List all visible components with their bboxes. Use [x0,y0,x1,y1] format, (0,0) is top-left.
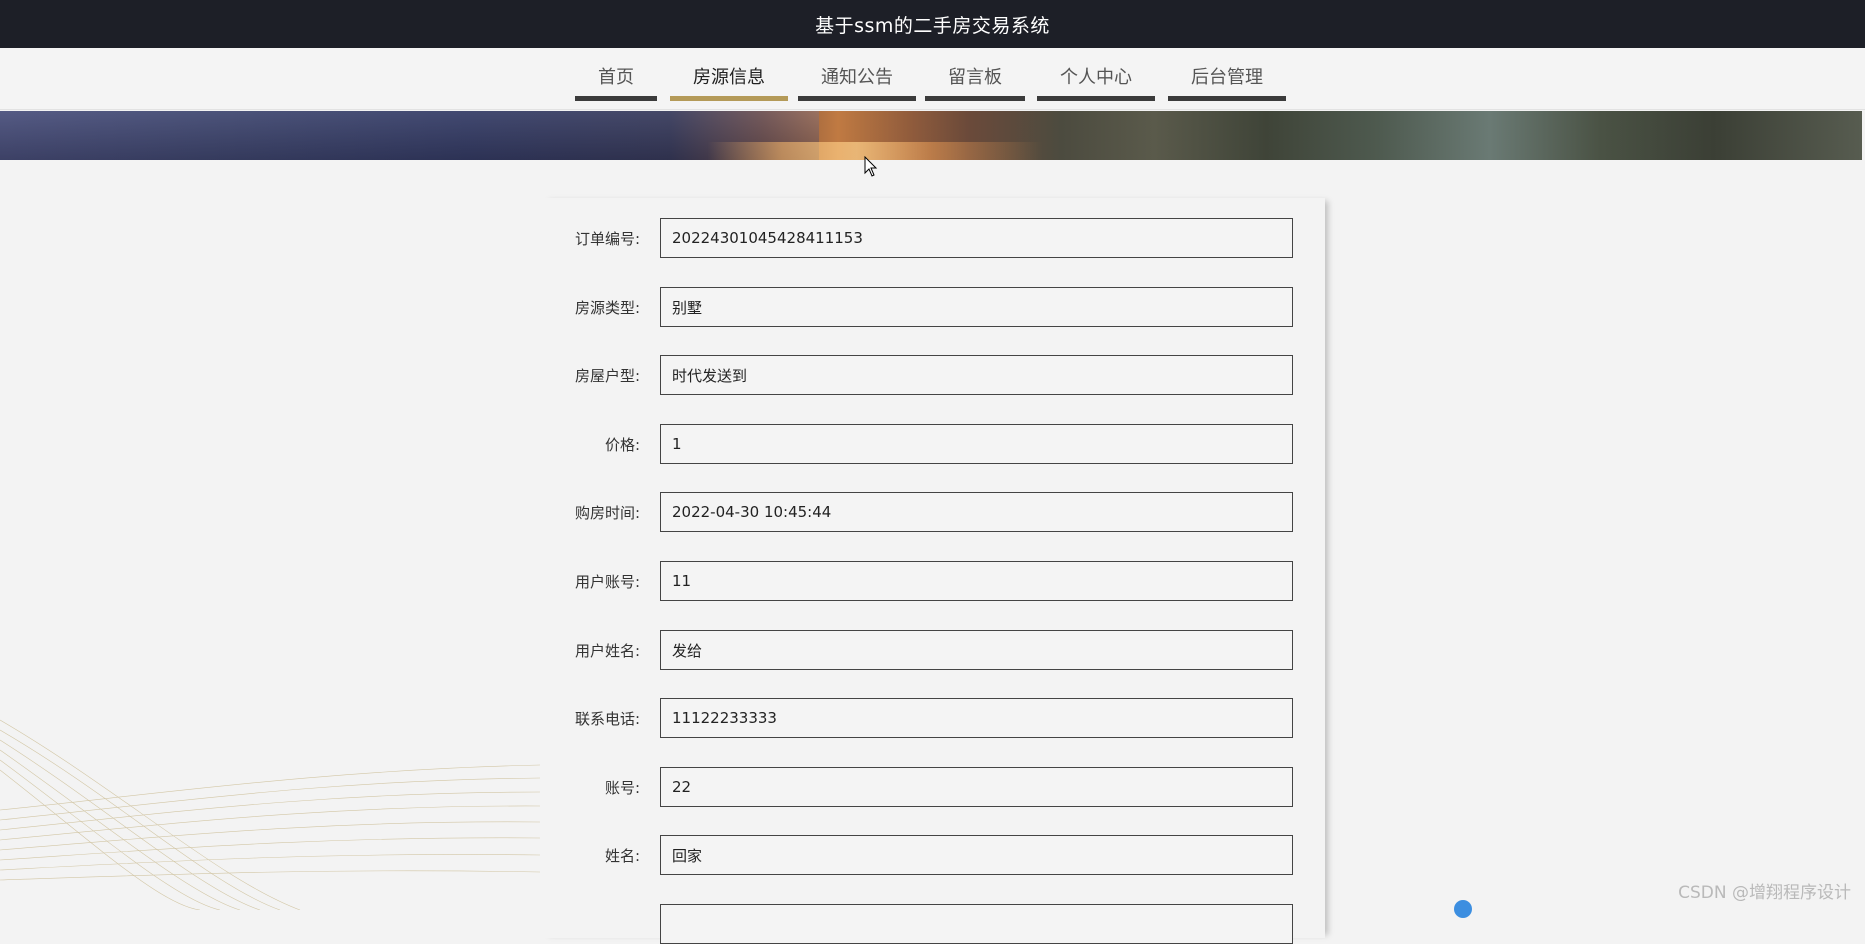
form-row-phone: 联系电话: 11122233333 [540,698,1325,738]
decorative-wave-graphic [0,719,540,910]
nav-item-admin[interactable]: 后台管理 [1168,63,1286,101]
field-label: 联系电话: [574,709,640,728]
account-field[interactable]: 22 [660,767,1293,807]
field-label: 账号: [604,778,640,797]
field-label: 购房时间: [574,503,640,522]
banner-city-lights [0,142,1862,160]
nav-item-listings[interactable]: 房源信息 [670,63,788,101]
field-label: 用户姓名: [574,641,640,660]
field-label: 姓名: [604,846,640,865]
nav-item-message-board[interactable]: 留言板 [925,63,1025,101]
field-label: 订单编号: [574,229,640,248]
form-row-account: 账号: 22 [540,767,1325,807]
floating-dot-icon[interactable] [1454,900,1472,918]
purchase-time-field[interactable]: 2022-04-30 10:45:44 [660,492,1293,532]
user-account-field[interactable]: 11 [660,561,1293,601]
form-row-order-number: 订单编号: 20224301045428411153 [540,218,1325,258]
banner-image [0,111,1862,160]
order-detail-form: 订单编号: 20224301045428411153 房源类型: 别墅 房屋户型… [540,198,1325,944]
field-label: 价格: [604,435,640,454]
mouse-cursor-icon [864,156,878,177]
name-field[interactable]: 回家 [660,835,1293,875]
field-label: 房源类型: [574,298,640,317]
house-layout-field[interactable]: 时代发送到 [660,355,1293,395]
order-number-field[interactable]: 20224301045428411153 [660,218,1293,258]
phone-field[interactable]: 11122233333 [660,698,1293,738]
watermark-text: CSDN @增翔程序设计 [1678,883,1851,903]
main-nav: 首页 房源信息 通知公告 留言板 个人中心 后台管理 [0,48,1865,110]
nav-item-home[interactable]: 首页 [575,63,657,101]
form-row-user-name: 用户姓名: 发给 [540,630,1325,670]
property-type-field[interactable]: 别墅 [660,287,1293,327]
nav-item-profile[interactable]: 个人中心 [1037,63,1155,101]
form-row-property-type: 房源类型: 别墅 [540,287,1325,327]
form-row-price: 价格: 1 [540,424,1325,464]
field-label: 房屋户型: [574,366,640,385]
form-row-house-layout: 房屋户型: 时代发送到 [540,355,1325,395]
field-label: 用户账号: [574,572,640,591]
form-row-user-account: 用户账号: 11 [540,561,1325,601]
form-row-name: 姓名: 回家 [540,835,1325,875]
form-row-purchase-time: 购房时间: 2022-04-30 10:45:44 [540,492,1325,532]
form-row-partial [540,904,1325,944]
partial-field[interactable] [660,904,1293,944]
app-title: 基于ssm的二手房交易系统 [815,14,1050,37]
nav-item-notices[interactable]: 通知公告 [798,63,916,101]
price-field[interactable]: 1 [660,424,1293,464]
top-header-bar: 基于ssm的二手房交易系统 [0,0,1865,48]
user-name-field[interactable]: 发给 [660,630,1293,670]
